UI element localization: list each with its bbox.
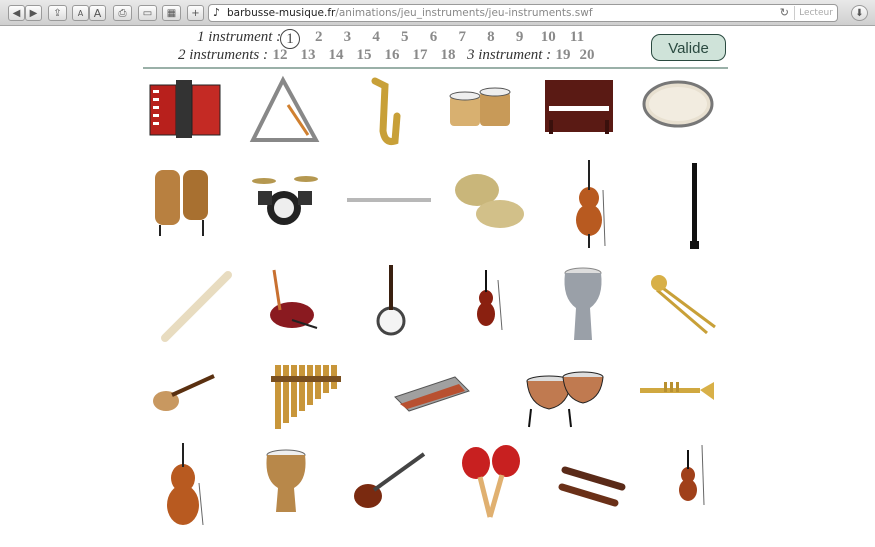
flute-icon[interactable] [347,198,431,202]
recorder-icon[interactable] [161,271,232,342]
cello-icon[interactable] [576,160,606,248]
ukulele-icon[interactable] [153,374,215,411]
violin-small-icon[interactable] [679,444,705,506]
triangle-icon[interactable] [249,75,320,142]
electric-guitar-icon[interactable] [354,452,426,508]
violin-icon[interactable] [477,270,503,331]
pan-flute-icon[interactable] [271,365,341,429]
bagpipes-icon[interactable] [270,269,318,329]
bongos-icon[interactable] [449,87,511,126]
djembe-icon[interactable] [266,449,306,512]
trumpet-icon[interactable] [640,382,714,400]
congas-icon[interactable] [155,170,208,236]
drum-kit-icon[interactable] [252,176,318,225]
darbuka-icon[interactable] [564,267,602,340]
clarinet-icon[interactable] [690,163,699,249]
double-bass-icon[interactable] [167,443,204,526]
harmonica-icon[interactable] [394,376,470,412]
timpani-icon[interactable] [526,371,604,428]
tambourine-icon[interactable] [642,80,714,128]
banjo-icon[interactable] [376,265,406,336]
claves-icon[interactable] [558,466,626,507]
saxophone-icon[interactable] [371,77,401,145]
piano-icon[interactable] [545,80,613,134]
cymbals-icon[interactable] [455,174,524,228]
accordion-icon[interactable] [149,80,221,138]
maracas-icon[interactable] [462,445,520,518]
instrument-grid [149,75,716,526]
trombone-icon[interactable] [651,275,716,335]
